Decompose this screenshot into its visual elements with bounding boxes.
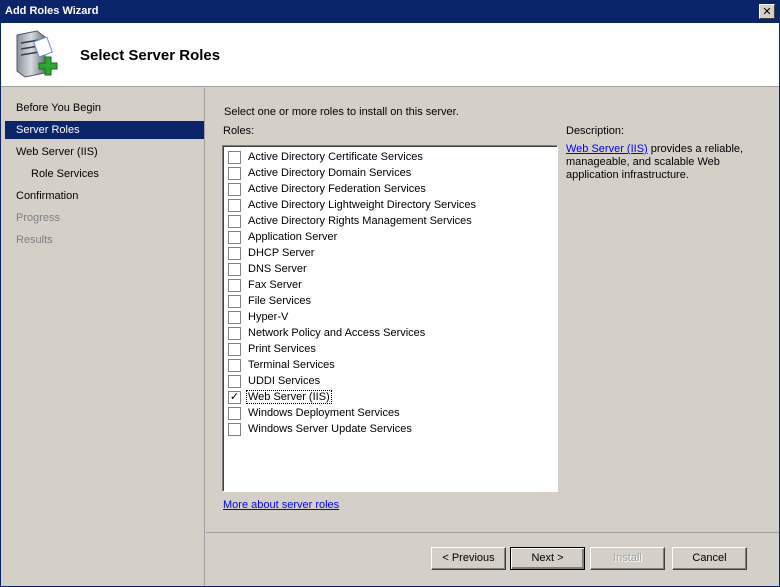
role-label: Fax Server	[248, 279, 302, 291]
role-item[interactable]: Active Directory Certificate Services	[228, 149, 424, 165]
role-label: Active Directory Lightweight Directory S…	[248, 199, 477, 211]
role-item[interactable]: Print Services	[228, 341, 317, 357]
close-icon: ✕	[762, 5, 772, 18]
more-about-roles-link[interactable]: More about server roles	[223, 499, 339, 511]
role-checkbox[interactable]	[228, 358, 241, 372]
role-label: Active Directory Domain Services	[248, 167, 412, 179]
role-item[interactable]: File Services	[228, 293, 312, 309]
nav-item-server-roles[interactable]: Server Roles	[5, 121, 204, 139]
wizard-nav: Before You Begin Server Roles Web Server…	[1, 88, 205, 586]
role-checkbox[interactable]	[228, 294, 241, 308]
checkmark-icon: ✓	[229, 390, 240, 403]
description-label: Description:	[566, 125, 625, 137]
role-label: Active Directory Rights Management Servi…	[248, 215, 472, 227]
role-label: Hyper-V	[248, 311, 289, 323]
role-item[interactable]: Fax Server	[228, 277, 303, 293]
description-text: Web Server (IIS) provides a reliable, ma…	[566, 143, 766, 182]
role-checkbox[interactable]	[228, 166, 241, 180]
role-item[interactable]: Terminal Services	[228, 357, 336, 373]
role-item[interactable]: UDDI Services	[228, 373, 321, 389]
role-item[interactable]: Hyper-V	[228, 309, 289, 325]
role-item[interactable]: DNS Server	[228, 261, 308, 277]
wizard-content: Select one or more roles to install on t…	[206, 88, 779, 532]
next-button[interactable]: Next >	[510, 547, 585, 570]
role-item[interactable]: Windows Server Update Services	[228, 421, 413, 437]
role-label: Application Server	[248, 231, 338, 243]
role-checkbox[interactable]	[228, 246, 241, 260]
role-label: Windows Deployment Services	[248, 407, 400, 419]
role-checkbox[interactable]	[228, 262, 241, 276]
role-label: Active Directory Certificate Services	[248, 151, 423, 163]
role-item[interactable]: DHCP Server	[228, 245, 315, 261]
nav-item-progress: Progress	[16, 212, 61, 224]
role-checkbox[interactable]	[228, 422, 241, 436]
role-label: UDDI Services	[248, 375, 321, 387]
role-checkbox[interactable]	[228, 278, 241, 292]
title-bar[interactable]: Add Roles Wizard ✕	[1, 1, 779, 23]
server-add-icon	[16, 30, 58, 78]
role-item[interactable]: Active Directory Rights Management Servi…	[228, 213, 473, 229]
nav-item-web-server[interactable]: Web Server (IIS)	[5, 143, 204, 161]
window-title: Add Roles Wizard	[5, 5, 99, 17]
role-checkbox[interactable]	[228, 150, 241, 164]
close-button[interactable]: ✕	[759, 4, 775, 19]
wizard-header: Select Server Roles	[1, 23, 779, 87]
role-checkbox[interactable]	[228, 326, 241, 340]
description-link[interactable]: Web Server (IIS)	[566, 143, 648, 155]
roles-listbox[interactable]: Active Directory Certificate Services Act…	[222, 145, 558, 492]
role-item[interactable]: ✓ Web Server (IIS)	[228, 389, 332, 405]
role-item[interactable]: Windows Deployment Services	[228, 405, 401, 421]
wizard-footer: < Previous Next > Install Cancel	[206, 532, 779, 586]
role-checkbox[interactable]	[228, 198, 241, 212]
role-checkbox[interactable]	[228, 406, 241, 420]
role-label: DHCP Server	[248, 247, 315, 259]
role-item[interactable]: Active Directory Federation Services	[228, 181, 427, 197]
role-label: Windows Server Update Services	[248, 423, 412, 435]
cancel-button[interactable]: Cancel	[672, 547, 747, 570]
role-checkbox[interactable]	[228, 182, 241, 196]
nav-item-role-services[interactable]: Role Services	[5, 165, 204, 183]
role-label: Network Policy and Access Services	[248, 327, 426, 339]
role-label: File Services	[248, 295, 311, 307]
role-checkbox[interactable]	[228, 374, 241, 388]
role-item[interactable]: Active Directory Lightweight Directory S…	[228, 197, 477, 213]
install-button: Install	[590, 547, 665, 570]
previous-button[interactable]: < Previous	[431, 547, 506, 570]
role-checkbox[interactable]	[228, 230, 241, 244]
nav-item-confirmation[interactable]: Confirmation	[5, 187, 204, 205]
role-label: DNS Server	[248, 263, 307, 275]
role-item[interactable]: Application Server	[228, 229, 338, 245]
role-checkbox[interactable]	[228, 214, 241, 228]
wizard-window: Add Roles Wizard ✕ Select Server Roles B…	[0, 0, 780, 587]
role-label: Print Services	[248, 343, 316, 355]
role-label: Web Server (IIS)	[246, 390, 332, 404]
role-checkbox[interactable]: ✓	[228, 390, 241, 404]
role-checkbox[interactable]	[228, 310, 241, 324]
nav-item-results: Results	[16, 234, 53, 246]
instruction-text: Select one or more roles to install on t…	[224, 106, 459, 118]
nav-item-before-you-begin[interactable]: Before You Begin	[5, 99, 204, 117]
page-title: Select Server Roles	[80, 47, 221, 64]
role-label: Terminal Services	[248, 359, 335, 371]
roles-label: Roles:	[223, 125, 255, 137]
role-checkbox[interactable]	[228, 342, 241, 356]
role-item[interactable]: Active Directory Domain Services	[228, 165, 412, 181]
role-item[interactable]: Network Policy and Access Services	[228, 325, 426, 341]
role-label: Active Directory Federation Services	[248, 183, 426, 195]
